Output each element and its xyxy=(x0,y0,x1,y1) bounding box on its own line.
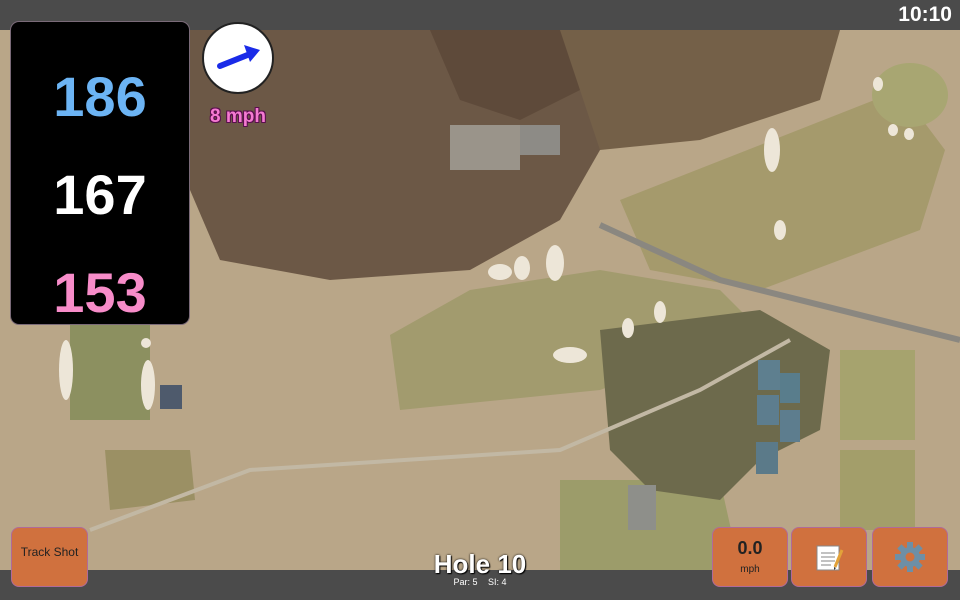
bunker xyxy=(764,128,780,172)
notepad-icon xyxy=(816,545,844,571)
clubhouse xyxy=(520,125,560,155)
notes-button[interactable] xyxy=(792,528,866,586)
hole-par: Par: 5 xyxy=(453,577,478,587)
distance-back: 186 xyxy=(53,65,147,128)
distance-front: 153 xyxy=(53,261,147,324)
clock: 10:10 xyxy=(898,3,952,26)
hole-title: Hole 10 xyxy=(433,549,527,579)
green-right xyxy=(872,63,948,127)
gear-icon xyxy=(895,542,925,572)
building-south xyxy=(628,485,656,530)
parking-lot xyxy=(450,125,520,170)
hole-stroke-index: SI: 4 xyxy=(488,577,507,587)
hole-info: Par: 5 SI: 4 xyxy=(400,577,560,587)
track-shot-button[interactable]: Track Shot xyxy=(12,528,87,586)
wind-button[interactable]: 0.0 mph xyxy=(713,528,787,586)
wind-button-value: 0.0 xyxy=(737,538,763,558)
wind-direction-dial xyxy=(202,22,274,94)
distance-panel: 186 167 153 xyxy=(11,22,189,324)
wind-button-unit: mph xyxy=(740,564,760,575)
wind-speed-label: 8 mph xyxy=(210,106,266,127)
tee-box-left xyxy=(70,320,150,420)
tennis-court xyxy=(758,360,780,390)
wind-arrow-icon xyxy=(217,45,260,69)
settings-button[interactable] xyxy=(873,528,947,586)
distance-center: 167 xyxy=(53,163,147,226)
